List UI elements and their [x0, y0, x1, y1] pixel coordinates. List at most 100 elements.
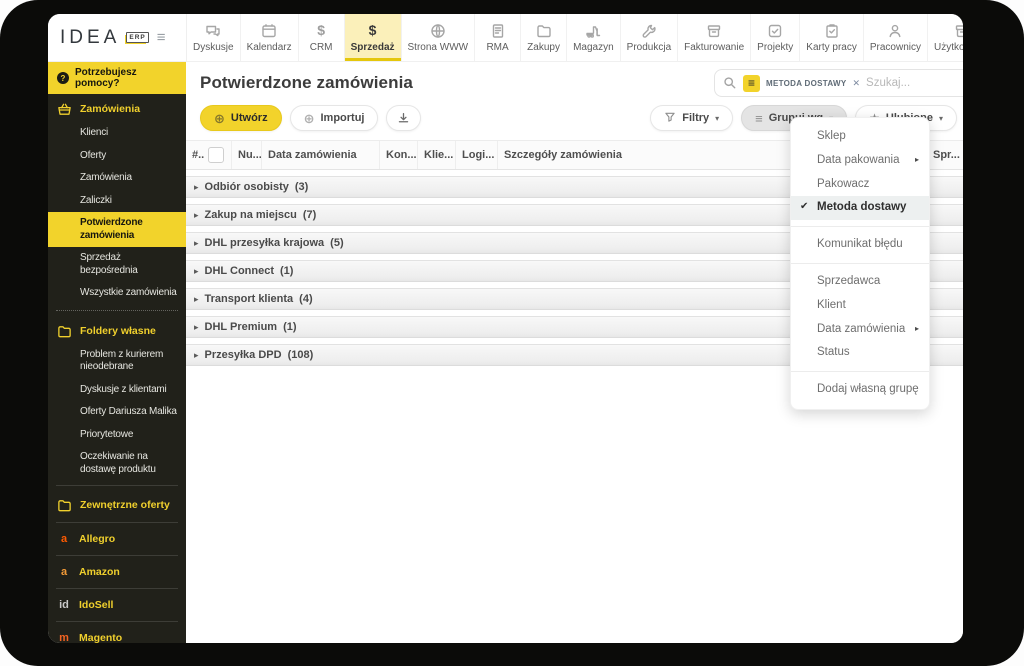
- nav-tab-label: Karty pracy: [806, 42, 857, 53]
- column-header[interactable]: Nu...: [232, 141, 262, 169]
- column-header[interactable]: Spr...: [927, 141, 963, 169]
- nav-tab[interactable]: Magazyn: [567, 14, 621, 61]
- nav-tab[interactable]: Fakturowanie: [678, 14, 751, 61]
- sidebar: ? Potrzebujesz pomocy? Zamówienia Klienc…: [48, 62, 186, 643]
- nav-tab[interactable]: Zakupy: [521, 14, 567, 61]
- sidebar-entry[interactable]: Oferty Dariusza Malika: [48, 401, 186, 424]
- nav-tab[interactable]: Użytkownicy: [928, 14, 963, 61]
- expand-arrow-icon: ▸: [194, 294, 199, 305]
- question-icon: ?: [57, 72, 69, 84]
- sidebar-entry[interactable]: m Magento: [48, 626, 186, 643]
- sidebar-entry-label: Potwierdzone zamówienia: [80, 217, 180, 242]
- sidebar-entry[interactable]: Dyskusje z klientami: [48, 379, 186, 402]
- menu-item[interactable]: Status: [791, 341, 929, 365]
- dollar-icon: $: [317, 23, 325, 39]
- sidebar-entry-label: Magento: [79, 632, 122, 643]
- task-icon: [767, 23, 783, 39]
- sidebar-entry-label: IdoSell: [79, 599, 113, 611]
- folder-icon: [536, 23, 552, 39]
- nav-tab[interactable]: $ Sprzedaż: [345, 14, 402, 61]
- sidebar-entry[interactable]: a Allegro: [48, 527, 186, 551]
- menu-item[interactable]: Data pakowania ▸: [791, 149, 929, 173]
- menu-item[interactable]: Sklep: [791, 125, 929, 149]
- nav-tab-label: Projekty: [757, 42, 793, 53]
- menu-item[interactable]: Komunikat błędu: [791, 233, 929, 257]
- nav-tab[interactable]: Pracownicy: [864, 14, 928, 61]
- help-banner[interactable]: ? Potrzebujesz pomocy?: [48, 62, 186, 94]
- globe-icon: [430, 23, 446, 39]
- help-label: Potrzebujesz pomocy?: [75, 67, 180, 89]
- nav-tab[interactable]: Strona WWW: [402, 14, 476, 61]
- sidebar-entry[interactable]: Wszystkie zamówienia: [48, 282, 186, 305]
- nav-tab-label: Sprzedaż: [351, 42, 395, 53]
- chip-remove-icon[interactable]: ✕: [853, 78, 861, 89]
- column-header[interactable]: Klie...: [418, 141, 456, 169]
- menu-toggle-icon[interactable]: ≡: [157, 29, 166, 46]
- sidebar-entry[interactable]: Problem z kurierem nieodebrane: [48, 344, 186, 379]
- brand-icon: a: [57, 566, 71, 578]
- sidebar-entry[interactable]: Priorytetowe: [48, 424, 186, 447]
- download-icon: [397, 112, 410, 125]
- search-bar[interactable]: ≡ METODA DOSTAWY ✕ Szukaj...: [714, 69, 963, 97]
- app-logo: IDEA ERP ≡: [48, 14, 186, 61]
- sidebar-entry[interactable]: Zaliczki: [48, 190, 186, 213]
- sidebar-entry-label: Wszystkie zamówienia: [80, 287, 177, 300]
- column-header[interactable]: Logi...: [456, 141, 498, 169]
- sidebar-entry-label: Oczekiwanie na dostawę produktu: [80, 451, 180, 476]
- divider: [56, 310, 178, 311]
- import-button[interactable]: ⊕ Importuj: [290, 105, 379, 131]
- menu-item[interactable]: ✔ Metoda dostawy: [791, 196, 929, 220]
- brand-icon: id: [57, 599, 71, 611]
- nav-tab[interactable]: Projekty: [751, 14, 800, 61]
- divider: [56, 621, 178, 622]
- menu-item[interactable]: Klient: [791, 294, 929, 318]
- sidebar-entry-label: Zewnętrzne oferty: [80, 499, 170, 511]
- nav-tab-label: Strona WWW: [408, 42, 469, 53]
- sidebar-entry[interactable]: Zamówienia: [48, 167, 186, 190]
- sidebar-entry[interactable]: Oczekiwanie na dostawę produktu: [48, 446, 186, 481]
- search-icon: [723, 76, 737, 90]
- menu-item[interactable]: Dodaj własną grupę: [791, 378, 929, 402]
- menu-item[interactable]: Pakowacz: [791, 173, 929, 197]
- chat-icon: [205, 23, 221, 39]
- sidebar-entry-label: Problem z kurierem nieodebrane: [80, 349, 180, 374]
- nav-tab[interactable]: Karty pracy: [800, 14, 864, 61]
- nav-tab[interactable]: Dyskusje: [187, 14, 241, 61]
- forklift-icon: [585, 23, 601, 39]
- page-title: Potwierdzone zamówienia: [200, 73, 413, 93]
- sidebar-entry[interactable]: Zewnętrzne oferty: [48, 490, 186, 518]
- clipboard-icon: [824, 23, 840, 39]
- sidebar-entry[interactable]: Klienci: [48, 122, 186, 145]
- nav-tab-label: Magazyn: [573, 42, 614, 53]
- sidebar-entry[interactable]: Oferty: [48, 145, 186, 168]
- nav-tab[interactable]: Produkcja: [621, 14, 678, 61]
- nav-tab[interactable]: $ CRM: [299, 14, 345, 61]
- menu-item[interactable]: Data zamówienia ▸: [791, 318, 929, 342]
- search-placeholder: Szukaj...: [866, 77, 910, 89]
- sidebar-entry[interactable]: a Amazon: [48, 560, 186, 584]
- sidebar-entry[interactable]: id IdoSell: [48, 593, 186, 617]
- divider: [56, 588, 178, 589]
- basket-icon: [57, 102, 72, 117]
- nav-tab[interactable]: RMA: [475, 14, 521, 61]
- sidebar-entry[interactable]: Sprzedaż bezpośrednia: [48, 247, 186, 282]
- group-count: (108): [288, 349, 314, 361]
- column-header[interactable]: Data zamówienia: [262, 141, 380, 169]
- expand-arrow-icon: ▸: [194, 238, 199, 249]
- sidebar-entry-label: Allegro: [79, 533, 115, 545]
- nav-tab[interactable]: Kalendarz: [241, 14, 299, 61]
- logo-erp-badge: ERP: [126, 32, 148, 43]
- divider: [791, 263, 929, 264]
- export-button[interactable]: [386, 105, 421, 131]
- expand-arrow-icon: ▸: [194, 182, 199, 193]
- sidebar-entry-label: Amazon: [79, 566, 120, 578]
- sidebar-entry[interactable]: Potwierdzone zamówienia: [48, 212, 186, 247]
- sidebar-entry[interactable]: Foldery własne: [48, 316, 186, 344]
- filters-button[interactable]: Filtry ▾: [650, 105, 733, 131]
- group-count: (3): [295, 181, 308, 193]
- menu-item[interactable]: Sprzedawca: [791, 270, 929, 294]
- column-header[interactable]: Kon...: [380, 141, 418, 169]
- create-button[interactable]: ⊕ Utwórz: [200, 105, 282, 131]
- select-all-checkbox[interactable]: [208, 147, 224, 163]
- sidebar-entry[interactable]: Zamówienia: [48, 94, 186, 122]
